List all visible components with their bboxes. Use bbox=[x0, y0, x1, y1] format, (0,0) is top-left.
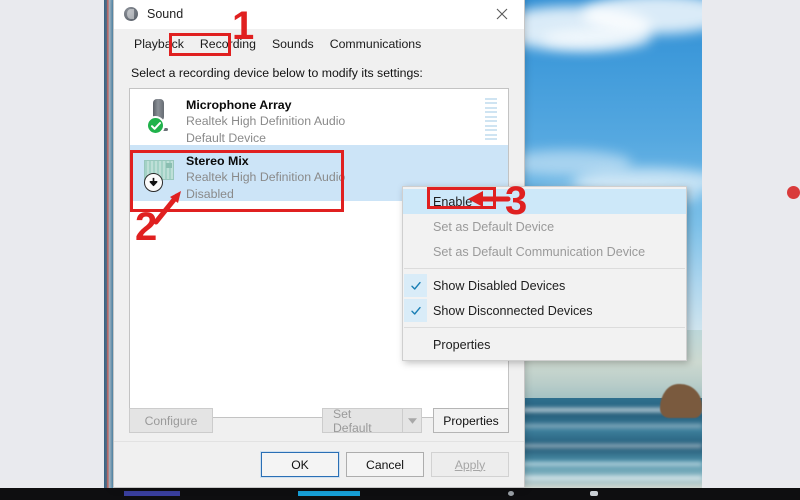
device-info: Stereo Mix Realtek High Definition Audio… bbox=[186, 152, 345, 203]
desktop-right-panel bbox=[702, 0, 800, 500]
cancel-label: Cancel bbox=[366, 457, 404, 472]
context-menu-item-show-disconnected-devices[interactable]: Show Disconnected Devices bbox=[403, 298, 686, 323]
taskbar-item[interactable] bbox=[124, 491, 180, 496]
tab-strip: Playback Recording Sounds Communications bbox=[114, 29, 524, 56]
annotation-red-dot bbox=[787, 186, 800, 199]
taskbar-item[interactable] bbox=[298, 491, 360, 496]
taskbar[interactable] bbox=[0, 488, 800, 500]
menu-item-label: Set as Default Device bbox=[433, 219, 555, 234]
dialog-titlebar[interactable]: Sound bbox=[114, 0, 524, 29]
menu-item-label: Show Disconnected Devices bbox=[433, 303, 593, 318]
menu-item-label: Properties bbox=[433, 337, 491, 352]
menu-item-label: Enable bbox=[433, 194, 473, 209]
ok-label: OK bbox=[291, 457, 309, 472]
apply-label: Apply bbox=[454, 457, 486, 472]
chevron-down-icon[interactable] bbox=[402, 408, 422, 433]
down-arrow-badge-icon bbox=[144, 173, 163, 192]
desktop-left-panel bbox=[0, 0, 104, 488]
sound-card-icon bbox=[140, 152, 182, 196]
menu-separator bbox=[404, 268, 685, 269]
tab-recording-label: Recording bbox=[199, 37, 256, 51]
tab-playback[interactable]: Playback bbox=[126, 33, 192, 56]
menu-item-label: Set as Default Communication Device bbox=[433, 244, 646, 259]
speaker-icon bbox=[123, 6, 139, 22]
tab-playback-label: Playback bbox=[134, 37, 184, 51]
set-default-label: Set Default bbox=[333, 406, 372, 435]
close-icon[interactable] bbox=[480, 0, 524, 29]
device-name: Microphone Array bbox=[186, 98, 292, 112]
checkmark-icon bbox=[404, 274, 427, 297]
volume-meter bbox=[485, 98, 497, 140]
tab-communications-label: Communications bbox=[329, 37, 422, 51]
context-menu-item-enable[interactable]: Enable bbox=[403, 189, 686, 214]
context-menu-item-set-as-default-device: Set as Default Device bbox=[403, 214, 686, 239]
device-driver: Realtek High Definition Audio bbox=[186, 114, 346, 128]
properties-button[interactable]: Properties bbox=[433, 408, 509, 433]
dialog-title: Sound bbox=[147, 7, 184, 21]
context-menu-item-properties[interactable]: Properties bbox=[403, 332, 686, 357]
device-driver: Realtek High Definition Audio bbox=[186, 170, 346, 184]
taskbar-item[interactable] bbox=[508, 491, 514, 496]
dialog-footer: OK Cancel Apply bbox=[114, 441, 524, 487]
check-badge-icon bbox=[146, 116, 165, 135]
microphone-icon bbox=[140, 96, 182, 140]
properties-label: Properties bbox=[443, 413, 499, 428]
menu-item-label: Show Disabled Devices bbox=[433, 278, 566, 293]
device-name: Stereo Mix bbox=[186, 154, 249, 168]
instruction-text: Select a recording device below to modif… bbox=[131, 66, 423, 80]
device-row-microphone-array[interactable]: Microphone Array Realtek High Definition… bbox=[130, 89, 508, 145]
context-menu-item-show-disabled-devices[interactable]: Show Disabled Devices bbox=[403, 273, 686, 298]
tab-sounds[interactable]: Sounds bbox=[264, 33, 322, 56]
menu-separator bbox=[404, 327, 685, 328]
device-status: Disabled bbox=[186, 187, 234, 201]
device-context-menu: Enable Set as Default Device Set as Defa… bbox=[402, 186, 687, 361]
tab-communications[interactable]: Communications bbox=[322, 33, 430, 56]
configure-label: Configure bbox=[144, 413, 198, 428]
taskbar-item[interactable] bbox=[590, 491, 598, 496]
tab-recording[interactable]: Recording bbox=[192, 33, 264, 56]
checkmark-icon bbox=[404, 299, 427, 322]
set-default-button[interactable]: Set Default bbox=[322, 406, 402, 435]
cancel-button[interactable]: Cancel bbox=[346, 452, 424, 477]
device-info: Microphone Array Realtek High Definition… bbox=[186, 96, 345, 147]
ok-button[interactable]: OK bbox=[260, 451, 340, 478]
context-menu-item-set-as-default-communication-device: Set as Default Communication Device bbox=[403, 239, 686, 264]
configure-button[interactable]: Configure bbox=[129, 408, 213, 433]
apply-button: Apply bbox=[431, 452, 509, 477]
device-action-buttons: Configure Set Default Properties bbox=[129, 406, 509, 435]
tab-sounds-label: Sounds bbox=[271, 37, 314, 51]
desktop-seam-artifact-inner bbox=[104, 0, 107, 488]
